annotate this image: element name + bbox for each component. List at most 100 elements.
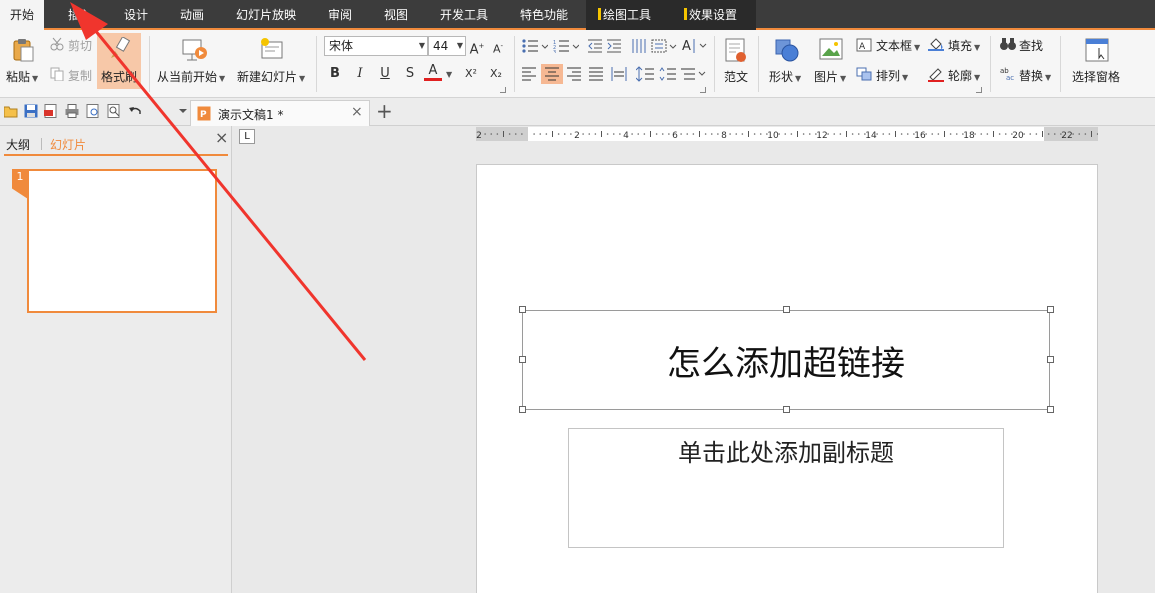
tab-home[interactable]: 开始 xyxy=(0,0,44,30)
font-dialog-launcher[interactable] xyxy=(500,87,506,93)
export-pdf-icon[interactable] xyxy=(44,104,58,118)
save-icon[interactable] xyxy=(24,104,38,118)
increase-indent-icon[interactable] xyxy=(607,39,621,56)
justify-icon[interactable] xyxy=(589,67,603,84)
tab-developer[interactable]: 开发工具 xyxy=(430,0,498,30)
italic-button[interactable]: I xyxy=(351,64,369,84)
tab-drawing-tools[interactable]: 绘图工具 xyxy=(598,0,651,30)
play-from-current-icon[interactable] xyxy=(182,38,208,65)
resize-handle[interactable] xyxy=(519,306,526,313)
horizontal-ruler[interactable]: 2 2 4 6 8 10 12 14 16 18 20 22 xyxy=(476,127,1098,141)
print-preview-icon[interactable] xyxy=(86,104,100,118)
align-right-icon[interactable] xyxy=(567,67,581,84)
strikethrough-button[interactable]: S xyxy=(401,64,419,84)
tab-stop-selector[interactable]: L xyxy=(239,129,255,144)
tab-insert[interactable]: 插入 xyxy=(56,0,104,30)
list-options-icon[interactable] xyxy=(680,66,706,85)
resize-handle[interactable] xyxy=(1047,356,1054,363)
font-name-select[interactable]: 宋体 ▼ xyxy=(324,36,428,56)
shape-icon[interactable] xyxy=(774,38,800,65)
underline-button[interactable]: U xyxy=(376,64,394,84)
drawing-dialog-launcher[interactable] xyxy=(976,87,982,93)
tab-features[interactable]: 特色功能 xyxy=(510,0,578,30)
superscript-button[interactable]: X² xyxy=(460,64,482,84)
ruler-dot xyxy=(1072,133,1074,135)
title-placeholder[interactable]: 怎么添加超链接 xyxy=(522,310,1050,410)
subscript-button[interactable]: X₂ xyxy=(485,64,507,84)
font-color-dropdown[interactable]: ▼ xyxy=(444,66,452,80)
columns-icon[interactable] xyxy=(631,39,647,56)
new-tab-icon[interactable]: + xyxy=(376,100,393,122)
outline-button[interactable]: 轮廓 ▼ xyxy=(948,67,980,84)
picture-icon[interactable] xyxy=(819,38,843,63)
ruler-dot xyxy=(759,133,762,135)
tab-slides[interactable]: 幻灯片 xyxy=(50,136,86,153)
format-painter-button[interactable]: 格式刷 xyxy=(97,33,141,89)
align-center-icon[interactable] xyxy=(541,64,563,84)
text-direction-icon[interactable] xyxy=(651,39,677,56)
paste-button[interactable]: 粘贴 ▼ xyxy=(6,68,38,85)
print-icon[interactable] xyxy=(65,104,79,118)
document-tab[interactable]: P 演示文稿1 * × xyxy=(190,100,370,126)
from-current-button[interactable]: 从当前开始 ▼ xyxy=(157,68,225,85)
tab-effects[interactable]: 效果设置 xyxy=(684,0,737,30)
shape-button[interactable]: 形状 ▼ xyxy=(769,68,801,85)
align-left-icon[interactable] xyxy=(522,67,536,84)
outline-pen-icon xyxy=(928,66,944,85)
copy-button[interactable]: 复制 xyxy=(68,67,92,84)
tab-review[interactable]: 审阅 xyxy=(318,0,362,30)
resize-handle[interactable] xyxy=(1047,306,1054,313)
close-pane-icon[interactable]: × xyxy=(215,128,228,147)
fill-button[interactable]: 填充 ▼ xyxy=(948,37,980,54)
distribute-icon[interactable] xyxy=(611,66,627,85)
subtitle-text: 单击此处添加副标题 xyxy=(678,439,894,467)
template-button[interactable]: 范文 xyxy=(724,68,748,85)
shrink-font-icon[interactable]: A- xyxy=(489,36,507,56)
ruler-dot xyxy=(668,133,670,135)
tab-design[interactable]: 设计 xyxy=(114,0,158,30)
undo-icon[interactable] xyxy=(128,104,142,118)
new-slide-button[interactable]: 新建幻灯片 ▼ xyxy=(237,68,305,85)
selection-pane-button[interactable]: 选择窗格 xyxy=(1072,68,1120,85)
template-icon[interactable] xyxy=(724,38,748,67)
tab-animation[interactable]: 动画 xyxy=(170,0,214,30)
find-button[interactable]: 查找 xyxy=(1019,37,1043,54)
text-align-icon[interactable]: A xyxy=(682,38,708,57)
subtitle-placeholder[interactable]: 单击此处添加副标题 xyxy=(568,428,1004,548)
preview-icon[interactable] xyxy=(107,104,121,118)
paragraph-dialog-launcher[interactable] xyxy=(700,87,706,93)
paste-icon[interactable] xyxy=(12,38,34,65)
textbox-button[interactable]: 文本框 ▼ xyxy=(876,37,920,54)
close-tab-icon[interactable]: × xyxy=(351,104,363,120)
font-color-button[interactable]: A xyxy=(424,62,442,81)
grow-font-icon[interactable]: A+ xyxy=(468,36,486,57)
arrange-button[interactable]: 排列 ▼ xyxy=(876,67,908,84)
tab-view[interactable]: 视图 xyxy=(374,0,418,30)
resize-handle[interactable] xyxy=(519,356,526,363)
resize-handle[interactable] xyxy=(519,406,526,413)
replace-button[interactable]: 替换 ▼ xyxy=(1019,67,1051,84)
decrease-indent-icon[interactable] xyxy=(588,39,602,56)
line-spacing-icon[interactable] xyxy=(635,66,654,85)
resize-handle[interactable] xyxy=(1047,406,1054,413)
slide-thumbnail[interactable] xyxy=(27,169,217,313)
bullets-icon[interactable] xyxy=(522,39,549,56)
paragraph-spacing-icon[interactable] xyxy=(658,66,676,85)
ruler-dot xyxy=(1078,133,1081,135)
customize-dropdown-icon[interactable] xyxy=(176,104,190,118)
bold-button[interactable]: B xyxy=(326,64,344,84)
new-slide-icon[interactable] xyxy=(260,38,286,65)
ruler-dot xyxy=(655,133,658,135)
ruler-dot xyxy=(686,133,689,135)
numbering-icon[interactable]: 123 xyxy=(553,39,580,56)
resize-handle[interactable] xyxy=(783,406,790,413)
picture-button[interactable]: 图片 ▼ xyxy=(814,68,846,85)
font-size-select[interactable]: 44 ▼ xyxy=(428,36,466,56)
tab-outline[interactable]: 大纲 xyxy=(6,136,30,153)
resize-handle[interactable] xyxy=(783,306,790,313)
cut-button[interactable]: 剪切 xyxy=(68,37,92,54)
selection-pane-icon[interactable] xyxy=(1085,38,1109,65)
tab-slideshow[interactable]: 幻灯片放映 xyxy=(226,0,306,30)
open-folder-icon[interactable] xyxy=(3,104,18,118)
ruler-dot xyxy=(802,133,805,135)
